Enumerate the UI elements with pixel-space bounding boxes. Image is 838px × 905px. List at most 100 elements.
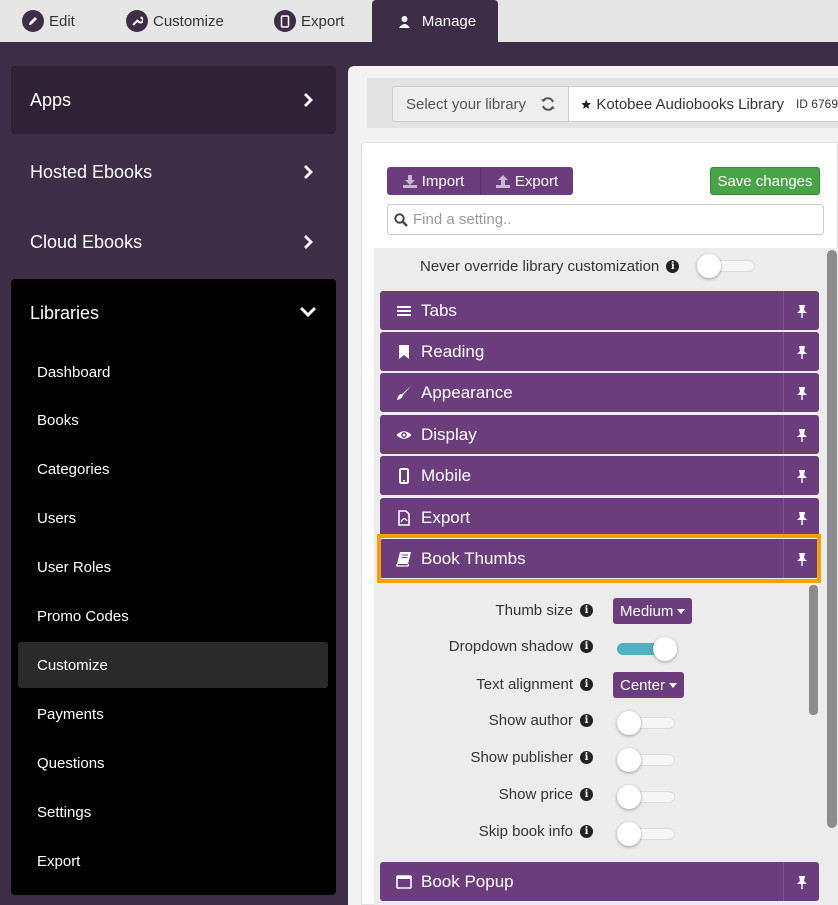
sidebar-subitem-payments[interactable]: Payments (18, 691, 328, 737)
inner-scrollbar-thumb[interactable] (809, 585, 818, 715)
pin-icon[interactable] (783, 373, 819, 412)
tab-export[interactable]: Export (274, 0, 344, 42)
refresh-icon (541, 97, 555, 111)
toggle-knob (653, 637, 677, 661)
setting-label: Skip book info i (479, 823, 593, 840)
setting-text-alignment: Text alignment i Center (380, 672, 810, 698)
pin-icon[interactable] (783, 498, 819, 537)
tab-edit[interactable]: Edit (22, 0, 75, 42)
pin-icon[interactable] (783, 332, 819, 371)
thumb-size-dropdown[interactable]: Medium (613, 598, 693, 624)
subitem-label: Categories (37, 460, 110, 478)
setting-label: Show author i (489, 712, 593, 729)
setting-show-price: Show price i (380, 782, 810, 809)
section-display[interactable]: Display (380, 415, 819, 454)
find-setting-input[interactable]: Find a setting.. (387, 204, 824, 235)
setting-label: Show publisher i (470, 749, 593, 766)
subitem-label: Promo Codes (37, 607, 129, 625)
subitem-label: Customize (37, 656, 108, 674)
top-tab-bar: Edit Customize Export Manage (0, 0, 838, 42)
subitem-label: Settings (37, 803, 92, 821)
import-button[interactable]: Import (387, 167, 480, 195)
setting-label-text: Text alignment (476, 676, 573, 693)
subitem-label: Export (37, 852, 81, 870)
sidebar-item-hosted-ebooks[interactable]: Hosted Ebooks (11, 138, 336, 206)
caret-down-icon (677, 608, 686, 614)
pin-icon[interactable] (783, 415, 819, 454)
section-label: Book Popup (421, 871, 514, 891)
section-reading[interactable]: Reading (380, 332, 819, 371)
show-publisher-toggle[interactable] (617, 748, 675, 772)
sidebar-item-libraries[interactable]: Libraries (11, 279, 336, 347)
toggle-knob (617, 711, 641, 735)
sidebar-subitem-books[interactable]: Books (18, 397, 328, 443)
list-icon (396, 303, 412, 319)
sidebar-subitem-export[interactable]: Export (18, 838, 328, 884)
sidebar-item-cloud-ebooks[interactable]: Cloud Ebooks (11, 208, 336, 276)
dropdown-shadow-toggle[interactable] (617, 637, 677, 661)
sidebar-item-label: Apps (30, 89, 72, 110)
toggle-knob (617, 822, 641, 846)
sidebar-subitem-categories[interactable]: Categories (18, 446, 328, 492)
caret-down-icon (669, 682, 678, 688)
section-label: Appearance (421, 382, 513, 402)
section-appearance[interactable]: Appearance (380, 373, 819, 412)
info-icon: i (580, 825, 593, 838)
sidebar-subitem-dashboard[interactable]: Dashboard (18, 349, 328, 395)
select-library-button[interactable]: Select your library (392, 86, 569, 122)
setting-label: Thumb size i (495, 602, 593, 619)
mobile-icon (274, 10, 296, 32)
sidebar-subitem-promo-codes[interactable]: Promo Codes (18, 593, 328, 639)
subitem-label: Questions (37, 754, 105, 772)
section-tabs[interactable]: Tabs (380, 291, 819, 330)
info-icon: i (666, 259, 680, 273)
export-button[interactable]: Export (480, 167, 573, 195)
setting-skip-book-info: Skip book info i (380, 819, 810, 846)
save-changes-label: Save changes (717, 172, 813, 190)
setting-dropdown-shadow: Dropdown shadow i (380, 634, 810, 661)
sidebar-subitem-users[interactable]: Users (18, 495, 328, 541)
toggle-knob (697, 254, 721, 278)
mobile-icon (396, 467, 412, 484)
text-alignment-dropdown[interactable]: Center (613, 672, 685, 698)
section-label: Export (421, 507, 471, 527)
tab-customize[interactable]: Customize (126, 0, 224, 42)
show-author-toggle[interactable] (617, 711, 675, 735)
setting-label-text: Show author (488, 712, 573, 729)
setting-show-publisher: Show publisher i (380, 745, 810, 772)
setting-label: Text alignment i (476, 676, 593, 693)
tab-manage[interactable]: Manage (372, 0, 498, 42)
pdf-file-icon (396, 509, 412, 526)
scrollbar-thumb[interactable] (827, 250, 837, 828)
setting-label-text: Dropdown shadow (448, 638, 573, 655)
section-label: Tabs (421, 300, 457, 320)
setting-thumb-size: Thumb size i Medium (380, 598, 810, 624)
libraries-menu: Libraries Dashboard Books Categories Use… (11, 279, 336, 895)
sidebar-subitem-customize[interactable]: Customize (18, 642, 328, 688)
tab-customize-label: Customize (153, 12, 224, 30)
pin-icon[interactable] (783, 862, 819, 901)
pin-icon[interactable] (783, 291, 819, 330)
setting-show-author: Show author i (380, 708, 810, 735)
section-book-popup[interactable]: Book Popup (380, 862, 819, 901)
sidebar-subitem-user-roles[interactable]: User Roles (18, 544, 328, 590)
never-override-toggle[interactable] (697, 254, 755, 278)
sidebar-subitem-settings[interactable]: Settings (18, 789, 328, 835)
setting-label-text: Show publisher (470, 749, 573, 766)
dropdown-value: Center (620, 676, 666, 694)
section-mobile[interactable]: Mobile (380, 456, 819, 495)
info-icon: i (580, 751, 593, 764)
download-icon (402, 174, 417, 188)
chevron-right-icon (304, 165, 313, 179)
info-icon: i (580, 714, 593, 727)
current-library: Kotobee Audiobooks Library ID 6769 (568, 86, 838, 122)
chevron-right-icon (304, 235, 313, 249)
show-price-toggle[interactable] (617, 785, 675, 809)
save-changes-button[interactable]: Save changes (710, 167, 820, 195)
skip-book-info-toggle[interactable] (617, 822, 675, 846)
section-label: Display (421, 424, 477, 444)
sidebar-item-apps[interactable]: Apps (11, 66, 336, 134)
pin-icon[interactable] (783, 456, 819, 495)
sidebar-subitem-questions[interactable]: Questions (18, 740, 328, 786)
section-export[interactable]: Export (380, 498, 819, 537)
